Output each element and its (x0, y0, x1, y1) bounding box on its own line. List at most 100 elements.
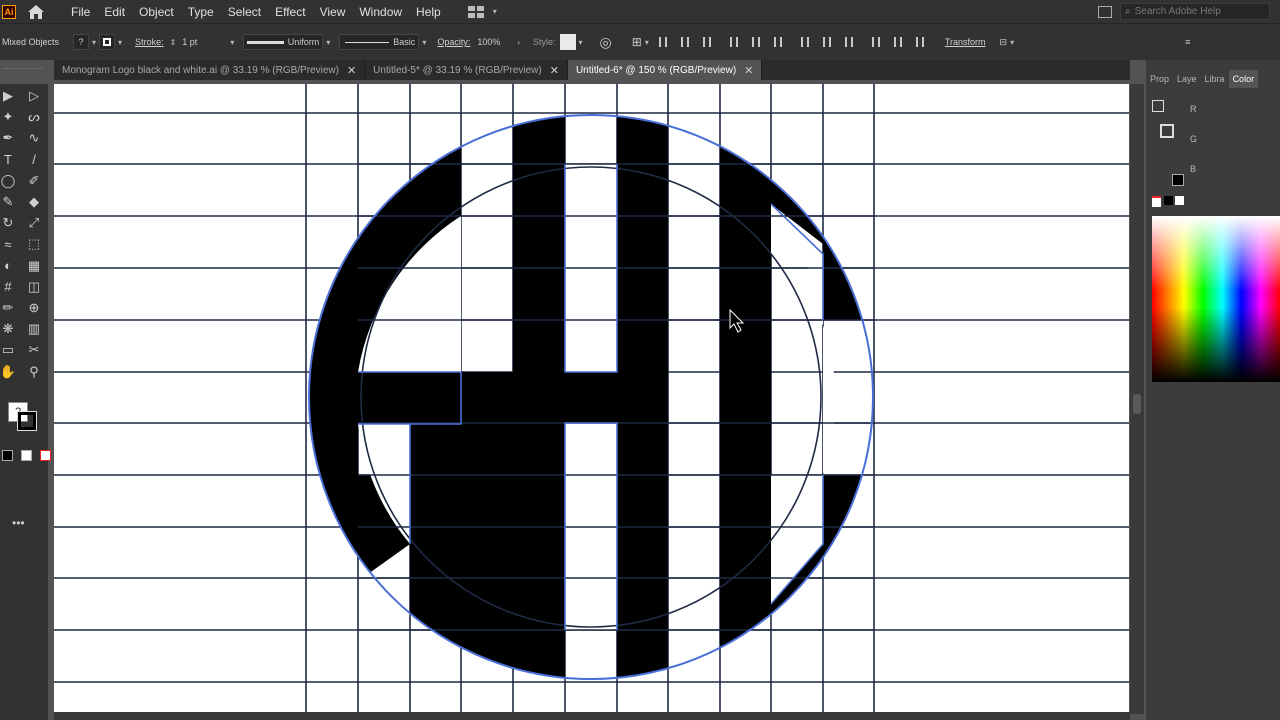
graph-icon[interactable]: ▥ (26, 321, 42, 337)
stroke-proxy[interactable] (1160, 124, 1174, 138)
tab-layers[interactable]: Laye (1173, 70, 1201, 88)
shaper-icon[interactable]: ✎ (0, 194, 16, 210)
opacity-arrow-icon[interactable]: › (517, 38, 520, 47)
align-to-dropdown-icon[interactable]: ▾ (645, 38, 649, 47)
tab-properties[interactable]: Prop (1146, 70, 1173, 88)
selection-tool-icon[interactable]: ▶ (0, 88, 16, 104)
opacity-field[interactable]: 100% (474, 34, 515, 50)
tab-untitled-6[interactable]: Untitled-6* @ 150 % (RGB/Preview) ✕ (567, 60, 763, 80)
opacity-label[interactable]: Opacity: (437, 37, 470, 47)
stroke-label[interactable]: Stroke: (135, 37, 164, 47)
stroke-dropdown-icon[interactable]: ▾ (118, 38, 122, 47)
align-hcenter-icon[interactable] (679, 36, 691, 48)
line-icon[interactable]: / (26, 152, 42, 168)
type-icon[interactable]: T (0, 152, 16, 168)
paintbrush-icon[interactable]: ✐ (26, 173, 42, 189)
edit-toolbar-icon[interactable]: ••• (12, 516, 25, 530)
distribute-top-icon[interactable] (799, 36, 811, 48)
home-icon[interactable] (26, 3, 46, 21)
profile-dropdown-icon[interactable]: ▾ (326, 38, 330, 47)
lasso-icon[interactable]: ᔕ (26, 109, 42, 125)
tab-monogram-logo[interactable]: Monogram Logo black and white.ai @ 33.19… (54, 60, 366, 80)
stroke-swatch[interactable] (99, 34, 116, 50)
gradient-mode-icon[interactable] (21, 450, 32, 461)
menu-edit[interactable]: Edit (97, 5, 132, 19)
monogram-artwork[interactable] (54, 84, 1129, 714)
shape-builder-icon[interactable]: ◐ (0, 258, 16, 274)
color-spectrum[interactable] (1152, 216, 1280, 382)
width-icon[interactable]: ≈ (0, 236, 16, 252)
free-transform-icon[interactable]: ⬚ (26, 236, 42, 252)
tab-untitled-5[interactable]: Untitled-5* @ 33.19 % (RGB/Preview) ✕ (365, 60, 568, 80)
blend-icon[interactable]: ⊕ (26, 300, 42, 316)
arrange-documents-icon[interactable] (1098, 6, 1112, 18)
style-swatch[interactable] (559, 34, 576, 50)
artboard-icon[interactable]: ▭ (0, 342, 16, 358)
brush-dropdown-icon[interactable]: ▾ (422, 38, 426, 47)
eyedropper-icon[interactable]: ✏ (0, 300, 16, 316)
white-swatch[interactable] (1175, 196, 1184, 205)
fill-stroke-widget[interactable]: ? (8, 402, 38, 432)
none-swatch[interactable] (1152, 196, 1161, 207)
magic-wand-icon[interactable]: ✦ (0, 109, 16, 125)
align-vcenter-icon[interactable] (750, 36, 762, 48)
recolor-artwork-icon[interactable]: ◎ (600, 34, 612, 51)
menu-select[interactable]: Select (221, 5, 268, 19)
workspace-switcher[interactable]: ▾ (467, 5, 500, 18)
tab-libraries[interactable]: Libra (1201, 70, 1229, 88)
align-right-icon[interactable] (701, 36, 713, 48)
fill-proxy[interactable] (1152, 100, 1164, 112)
toolbar-grip[interactable] (4, 68, 44, 71)
distribute-left-icon[interactable] (870, 36, 882, 48)
fill-stroke-proxy[interactable] (1152, 100, 1174, 138)
menu-effect[interactable]: Effect (268, 5, 312, 19)
align-to-icon[interactable]: ⊞ (632, 35, 642, 49)
vertical-scrollbar[interactable] (1130, 84, 1144, 714)
rotate-icon[interactable]: ↻ (0, 215, 16, 231)
tab-color[interactable]: Color (1228, 70, 1259, 88)
menu-window[interactable]: Window (352, 5, 409, 19)
perspective-icon[interactable]: ▦ (26, 258, 42, 274)
variable-width-profile[interactable]: Uniform (243, 34, 324, 50)
hand-icon[interactable]: ✋ (0, 364, 16, 380)
out-of-gamut-black-swatch[interactable] (1172, 174, 1184, 186)
distribute-vcenter-icon[interactable] (821, 36, 833, 48)
fill-swatch[interactable]: ? (73, 34, 90, 50)
ellipse-icon[interactable]: ◯ (0, 173, 16, 189)
stroke-stepper[interactable]: ⇕ (170, 38, 177, 47)
direct-selection-tool-icon[interactable]: ▷ (26, 88, 42, 104)
close-icon[interactable]: ✕ (744, 64, 753, 77)
color-mode-icon[interactable] (2, 450, 13, 461)
close-icon[interactable]: ✕ (550, 64, 559, 77)
align-bottom-icon[interactable] (772, 36, 784, 48)
slice-icon[interactable]: ✂ (26, 342, 42, 358)
align-left-icon[interactable] (657, 36, 669, 48)
style-dropdown-icon[interactable]: ▾ (579, 38, 583, 47)
control-bar-menu-icon[interactable]: ≡ (1185, 37, 1190, 47)
search-input[interactable]: ⌕ Search Adobe Help (1120, 3, 1270, 20)
artboard[interactable] (54, 84, 1129, 714)
curvature-icon[interactable]: ∿ (26, 130, 42, 146)
stroke-weight-field[interactable]: 1 pt (179, 34, 228, 50)
menu-object[interactable]: Object (132, 5, 181, 19)
menu-view[interactable]: View (313, 5, 353, 19)
distribute-right-icon[interactable] (914, 36, 926, 48)
menu-type[interactable]: Type (181, 5, 221, 19)
fill-dropdown-icon[interactable]: ▾ (92, 38, 96, 47)
zoom-icon[interactable]: ⚲ (26, 364, 42, 380)
gradient-icon[interactable]: ◫ (26, 279, 42, 295)
brush-definition[interactable]: Basic (339, 34, 420, 50)
menu-help[interactable]: Help (409, 5, 448, 19)
pen-icon[interactable]: ✒ (0, 130, 16, 146)
menu-file[interactable]: File (64, 5, 97, 19)
scrollbar-thumb[interactable] (1133, 394, 1141, 414)
symbol-sprayer-icon[interactable]: ❋ (0, 321, 16, 337)
scale-icon[interactable]: ⤢ (26, 215, 42, 231)
distribute-hcenter-icon[interactable] (892, 36, 904, 48)
stroke-weight-dropdown-icon[interactable]: ▾ (230, 38, 234, 47)
black-swatch[interactable] (1164, 196, 1173, 205)
close-icon[interactable]: ✕ (347, 64, 356, 77)
distribute-bottom-icon[interactable] (843, 36, 855, 48)
transform-link[interactable]: Transform (945, 37, 986, 47)
none-mode-icon[interactable] (40, 450, 51, 461)
